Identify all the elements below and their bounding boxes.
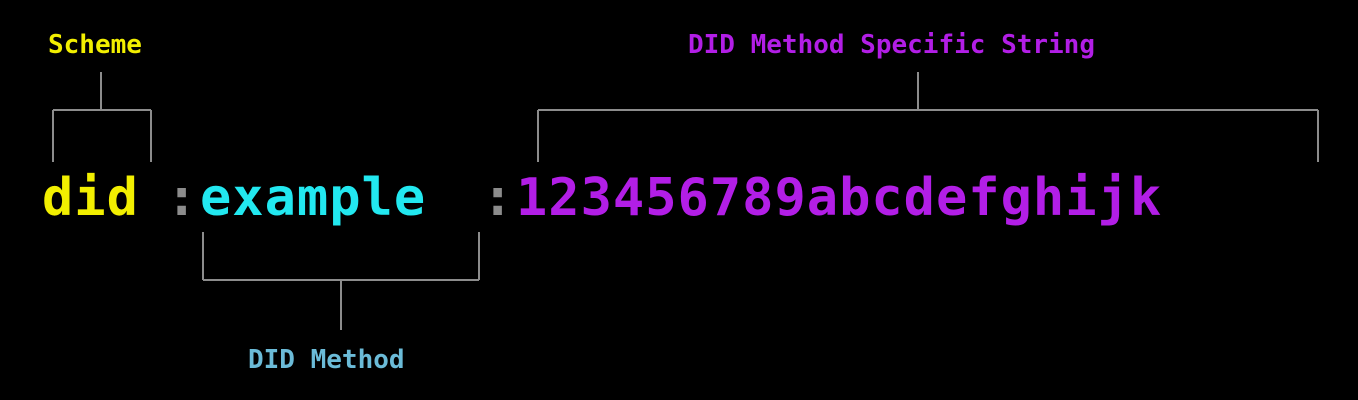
separator-colon: : <box>482 168 515 228</box>
did-method-specific-segment: 123456789abcdefghijk <box>516 168 1163 228</box>
did-scheme-segment: did <box>42 168 139 228</box>
scheme-bracket <box>52 72 152 162</box>
method-specific-string-bracket <box>537 72 1319 162</box>
did-method-segment: example <box>200 168 427 228</box>
did-method-bracket <box>202 232 480 330</box>
did-string: did : example : 123456789abcdefghijk <box>42 168 1162 228</box>
did-method-label: DID Method <box>248 345 405 375</box>
separator-colon: : <box>166 168 199 228</box>
